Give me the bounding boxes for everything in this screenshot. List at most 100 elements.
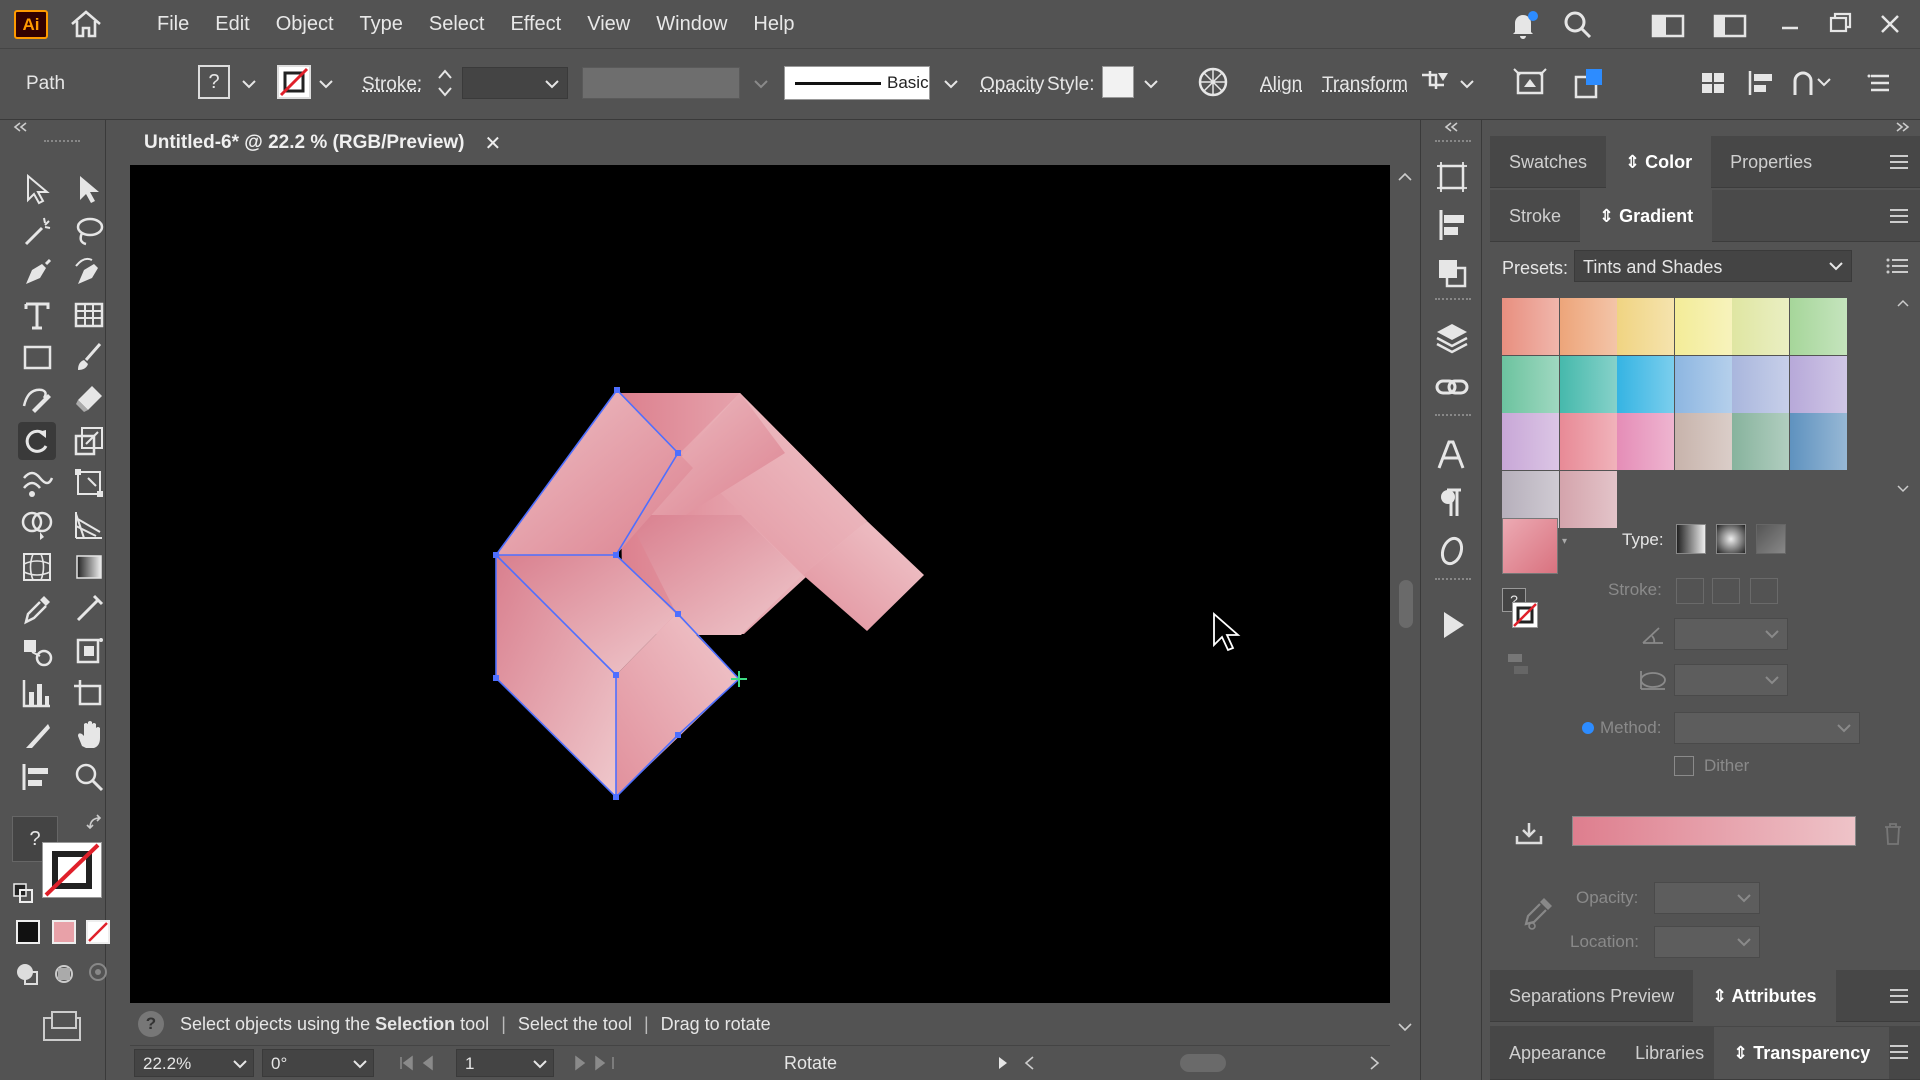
align-panel-icon[interactable] xyxy=(1431,206,1473,244)
stroke-within-button[interactable] xyxy=(1676,578,1704,604)
reverse-gradient-icon[interactable] xyxy=(1506,652,1534,680)
aspect-ratio-field[interactable] xyxy=(1674,664,1788,696)
rotate-view-dropdown[interactable]: 0° xyxy=(262,1049,374,1077)
gradient-eyedropper-icon[interactable] xyxy=(1520,894,1556,930)
document-tab[interactable]: Untitled-6* @ 22.2 % (RGB/Preview) ✕ xyxy=(130,120,516,166)
style-dropdown-icon[interactable] xyxy=(1142,75,1160,93)
gradient-preset-swatch[interactable] xyxy=(1559,298,1617,355)
restore-icon[interactable] xyxy=(1822,8,1858,42)
direct-selection-tool[interactable] xyxy=(70,170,108,208)
strip-grip-3[interactable] xyxy=(1435,414,1471,416)
brush-definition[interactable]: Basic xyxy=(784,66,930,100)
gradient-angle-field[interactable] xyxy=(1674,618,1788,650)
artboard-tool[interactable] xyxy=(70,674,108,712)
notifications-icon[interactable] xyxy=(1505,8,1541,42)
magic-wand-tool[interactable] xyxy=(18,212,56,250)
hand-tool[interactable] xyxy=(70,716,108,754)
print-tiling-tool[interactable] xyxy=(18,758,56,796)
gradient-preset-swatch[interactable] xyxy=(1502,413,1559,470)
pathfinder-panel-icon[interactable] xyxy=(1431,254,1473,292)
align-link[interactable]: Align xyxy=(1260,74,1302,96)
close-window-icon[interactable] xyxy=(1872,8,1908,42)
tab-attributes[interactable]: ⇕ Attributes xyxy=(1693,969,1836,1022)
default-fill-stroke-icon[interactable] xyxy=(12,882,34,904)
gradient-preset-swatch[interactable] xyxy=(1617,413,1674,470)
gradient-swatch-dropdown-icon[interactable]: ▾ xyxy=(1562,536,1567,547)
tab-properties[interactable]: Properties xyxy=(1711,136,1831,188)
search-icon[interactable] xyxy=(1560,8,1596,42)
gradient-slider[interactable] xyxy=(1572,816,1856,846)
stop-location-field[interactable] xyxy=(1654,926,1760,958)
draw-normal-icon[interactable] xyxy=(14,960,42,988)
draw-behind-icon[interactable] xyxy=(50,960,78,988)
menu-window[interactable]: Window xyxy=(643,0,740,48)
gradient-preset-swatch[interactable] xyxy=(1732,298,1789,355)
menu-help[interactable]: Help xyxy=(740,0,807,48)
gradient-preset-swatch[interactable] xyxy=(1559,413,1617,470)
draw-inside-icon[interactable] xyxy=(86,960,110,984)
zoom-level-dropdown[interactable]: 22.2% xyxy=(134,1049,254,1077)
brush-dropdown-icon[interactable] xyxy=(942,75,960,93)
menu-type[interactable]: Type xyxy=(347,0,416,48)
free-transform-tool[interactable] xyxy=(70,464,108,502)
swap-fill-stroke-icon[interactable] xyxy=(86,814,106,834)
color-mode-icon[interactable] xyxy=(16,920,40,944)
strip-grip-4[interactable] xyxy=(1435,578,1471,580)
opentype-panel-icon[interactable] xyxy=(1431,532,1473,570)
home-icon[interactable] xyxy=(68,8,104,40)
perspective-grid-tool[interactable] xyxy=(70,506,108,544)
variable-width-profile[interactable] xyxy=(582,67,740,99)
selection-tool[interactable] xyxy=(18,170,56,208)
stroke-weight-stepper[interactable] xyxy=(434,65,456,101)
control-bar-menu-icon[interactable] xyxy=(1866,69,1894,97)
strip-grip-2[interactable] xyxy=(1435,298,1471,300)
isolate-object-icon[interactable] xyxy=(1512,65,1548,101)
stroke-swatch[interactable] xyxy=(277,65,311,99)
stroke-label[interactable]: Stroke: xyxy=(362,74,422,96)
panel-menu-icon[interactable] xyxy=(1888,152,1910,172)
measure-tool[interactable] xyxy=(70,590,108,628)
workspace-switcher-icon[interactable] xyxy=(1650,8,1686,42)
stroke-swatch-dropdown-icon[interactable] xyxy=(317,75,335,93)
opacity-link[interactable]: Opacity xyxy=(980,74,1044,96)
gradient-preset-swatch[interactable] xyxy=(1732,355,1789,413)
menu-object[interactable]: Object xyxy=(263,0,347,48)
tab-stroke[interactable]: Stroke xyxy=(1490,190,1580,242)
tab-color[interactable]: ⇕ Color xyxy=(1606,135,1712,188)
toolbar-grip[interactable] xyxy=(44,140,80,145)
stroke-across-button[interactable] xyxy=(1750,578,1778,604)
help-icon[interactable]: ? xyxy=(138,1011,164,1037)
transparency-panel-menu-icon[interactable] xyxy=(1888,1042,1910,1062)
warp-tool[interactable] xyxy=(18,464,56,502)
symbol-sprayer-tool[interactable] xyxy=(70,632,108,670)
slice-tool[interactable] xyxy=(18,716,56,754)
change-screen-mode-icon[interactable] xyxy=(42,1010,82,1042)
gradient-preset-swatch[interactable] xyxy=(1789,298,1847,355)
eraser-tool[interactable] xyxy=(70,380,108,418)
first-prev-artboard-icons[interactable] xyxy=(398,1054,444,1072)
gradient-preset-swatch[interactable] xyxy=(1617,355,1674,413)
stop-opacity-field[interactable] xyxy=(1654,882,1760,914)
close-document-icon[interactable]: ✕ xyxy=(485,131,502,156)
scale-tool[interactable] xyxy=(70,422,108,460)
attributes-panel-menu-icon[interactable] xyxy=(1888,986,1910,1006)
gradient-preset-swatch[interactable] xyxy=(1674,413,1732,470)
type-tool[interactable] xyxy=(18,296,56,334)
strip-grip[interactable] xyxy=(1435,140,1471,142)
gradient-preset-swatch[interactable] xyxy=(1617,298,1674,355)
radial-gradient-button[interactable] xyxy=(1716,524,1746,554)
graphic-style-swatch[interactable] xyxy=(1102,66,1134,98)
fill-swatch[interactable]: ? xyxy=(198,65,230,99)
tab-separations-preview[interactable]: Separations Preview xyxy=(1490,970,1693,1022)
active-gradient-swatch[interactable] xyxy=(1502,518,1558,574)
presets-dropdown[interactable]: Tints and Shades xyxy=(1574,250,1852,282)
delete-stop-icon[interactable] xyxy=(1882,822,1904,846)
artboard-canvas[interactable] xyxy=(130,165,1390,1003)
gradient-preset-swatch[interactable] xyxy=(1674,298,1732,355)
fill-dropdown-icon[interactable] xyxy=(240,75,258,93)
horizontal-scroll-thumb[interactable] xyxy=(1180,1054,1226,1072)
gradient-tool[interactable] xyxy=(70,548,108,586)
scroll-right-icon[interactable] xyxy=(1368,1054,1382,1072)
gradient-panel-menu-icon[interactable] xyxy=(1888,206,1910,226)
scroll-down-icon[interactable] xyxy=(1397,1021,1413,1033)
